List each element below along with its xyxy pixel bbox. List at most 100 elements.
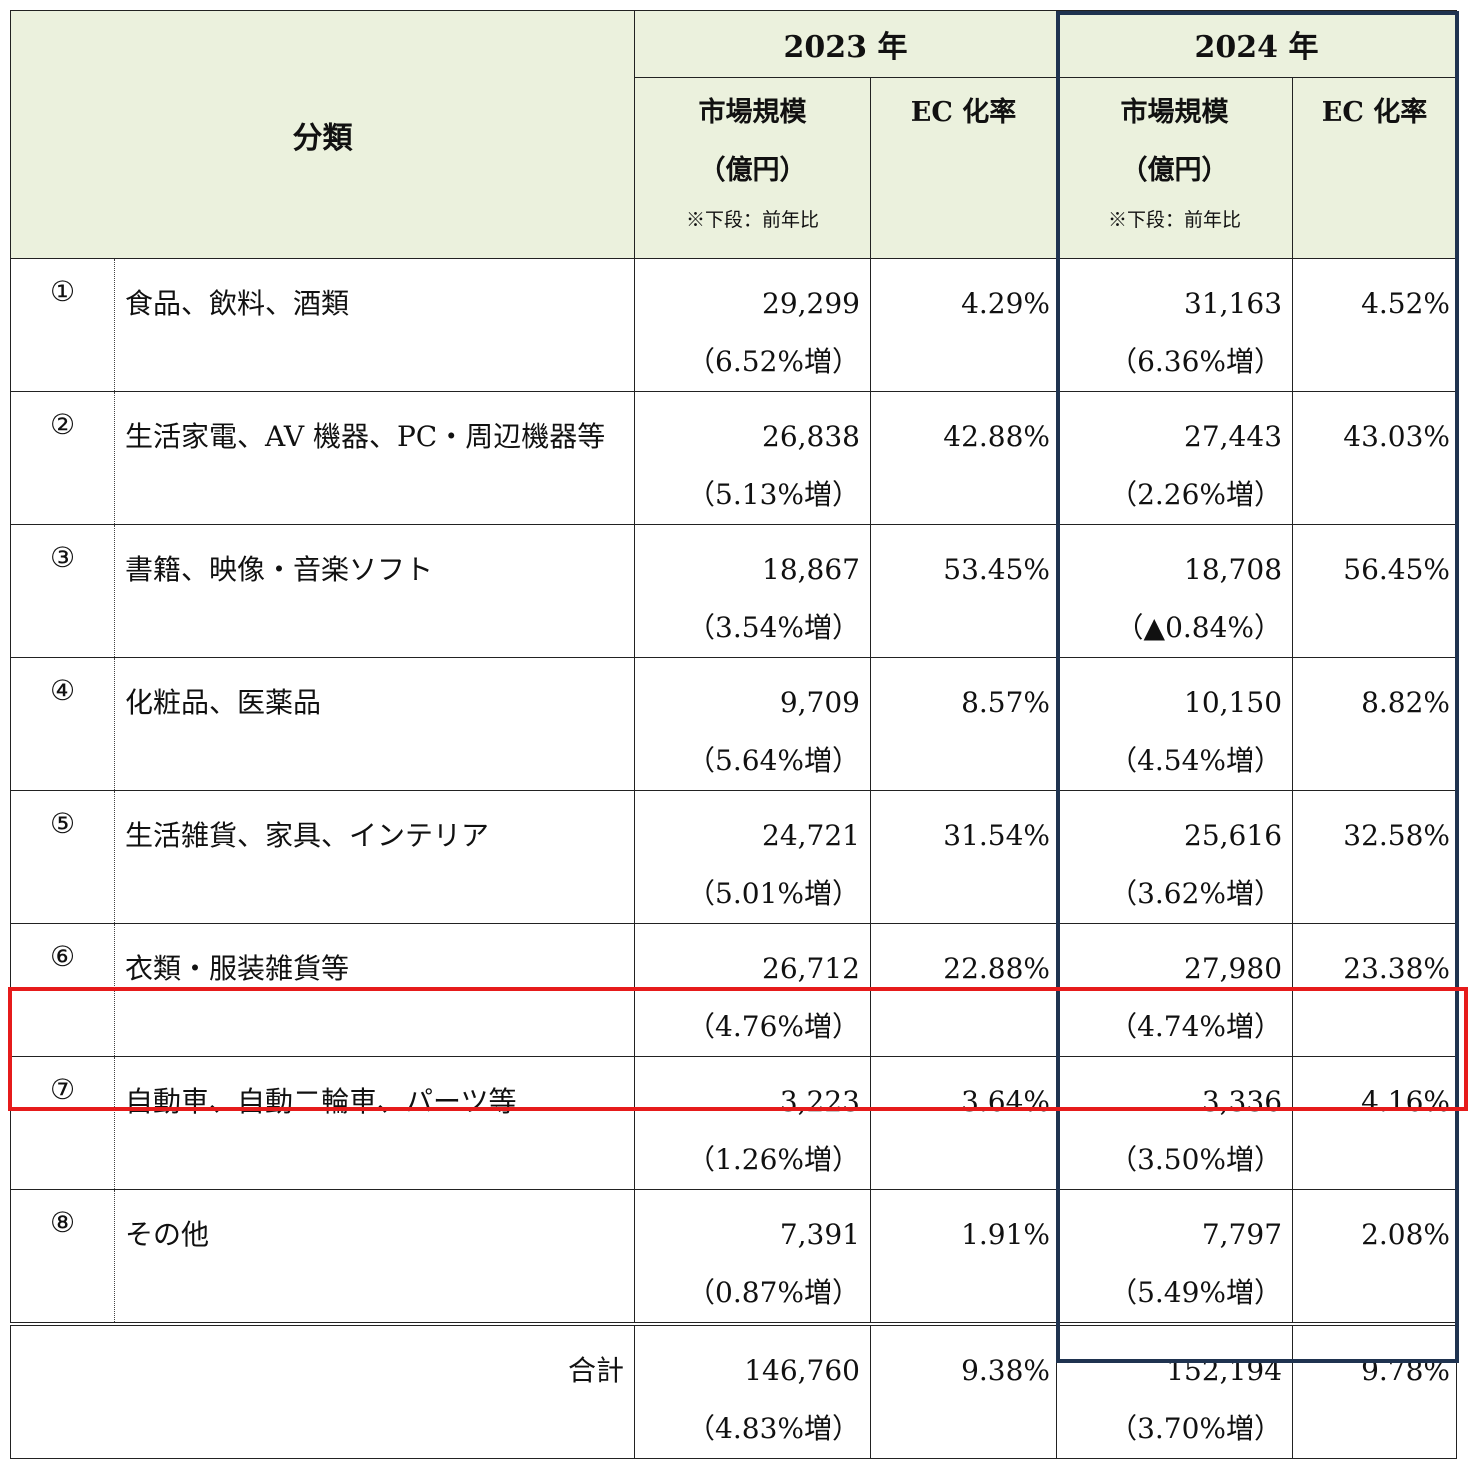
ec-rate-2023: 8.57% — [869, 657, 1058, 791]
ec-rate-label: EC 化率 — [910, 97, 1017, 128]
row-number: ⑤ — [10, 790, 115, 924]
ec-rate-2024: 56.45% — [1292, 524, 1458, 658]
category-name: 食品、飲料、酒類 — [114, 258, 635, 392]
header-ec-rate-2024: EC 化率 — [1292, 77, 1458, 259]
market-unit-label: （億円） — [1120, 155, 1229, 186]
ec-rate-2023: 3.64% — [869, 1056, 1058, 1190]
category-name: 書籍、映像・音楽ソフト — [114, 524, 635, 658]
yoy-change: （6.52%増） — [687, 345, 860, 378]
market-value: 7,797 — [1201, 1218, 1283, 1251]
yoy-change: （0.87%増） — [687, 1276, 860, 1309]
total-ec-rate-2023: 9.38% — [869, 1322, 1058, 1459]
ec-rate-2023: 1.91% — [869, 1189, 1058, 1325]
market-value: 25,616 — [1184, 819, 1283, 852]
table-row: ③ 書籍、映像・音楽ソフト 18,867 （3.54%増） 53.45% 18,708 （▲… — [10, 524, 1458, 658]
market-value: 10,150 — [1184, 686, 1283, 719]
market-value: 18,708 — [1184, 553, 1283, 586]
yoy-change: （2.26%増） — [1109, 478, 1283, 511]
row-number: ⑥ — [10, 923, 115, 1057]
table-row: ① 食品、飲料、酒類 29,299 （6.52%増） 4.29% 31,163 （6.36%… — [10, 258, 1458, 392]
market-size-2024: 3,336 （3.50%増） — [1056, 1056, 1294, 1190]
yoy-change: （5.01%増） — [687, 877, 860, 910]
row-number: ① — [10, 258, 115, 392]
market-value: 24,721 — [762, 819, 860, 852]
market-unit-label: （億円） — [698, 155, 807, 186]
row-number: ③ — [10, 524, 115, 658]
market-note: ※下段：前年比 — [1108, 209, 1242, 231]
market-value: 29,299 — [762, 287, 860, 320]
category-name: 化粧品、医薬品 — [114, 657, 635, 791]
ec-rate-2024: 23.38% — [1292, 923, 1458, 1057]
ec-rate-2024: 4.52% — [1292, 258, 1458, 392]
market-size-2024: 18,708 （▲0.84%） — [1056, 524, 1294, 658]
header-category: 分類 — [10, 10, 635, 259]
ec-rate-2024: 4.16% — [1292, 1056, 1458, 1190]
market-value: 18,867 — [762, 553, 860, 586]
market-value: 27,443 — [1184, 420, 1283, 453]
market-size-2024: 31,163 （6.36%増） — [1056, 258, 1294, 392]
market-value: 3,223 — [779, 1085, 860, 1118]
market-size-2024: 27,443 （2.26%増） — [1056, 391, 1294, 525]
row-number: ④ — [10, 657, 115, 791]
market-value: 152,194 — [1166, 1354, 1283, 1387]
market-size-2023: 29,299 （6.52%増） — [634, 258, 871, 392]
table-row: ⑤ 生活雑貨、家具、インテリア 24,721 （5.01%増） 31.54% 25,616… — [10, 790, 1458, 924]
row-number: ⑧ — [10, 1189, 115, 1325]
total-row: 合計 146,760 （4.83%増） 9.38% 152,194 （3.70%増） 9.7… — [10, 1322, 1458, 1459]
ec-rate-2023: 31.54% — [869, 790, 1058, 924]
yoy-change: （6.36%増） — [1109, 345, 1283, 378]
yoy-change: （3.54%増） — [687, 611, 860, 644]
total-market-size-2024: 152,194 （3.70%増） — [1056, 1322, 1294, 1459]
yoy-change: （4.76%増） — [687, 1010, 860, 1043]
row-number: ⑦ — [10, 1056, 115, 1190]
ec-rate-2024: 8.82% — [1292, 657, 1458, 791]
total-label: 合計 — [10, 1322, 635, 1459]
yoy-change: （3.50%増） — [1109, 1143, 1283, 1176]
market-value: 146,760 — [744, 1354, 860, 1387]
ec-market-table: 分類 2023 年 2024 年 市場規模 （億円） ※下段：前年比 EC 化率… — [10, 10, 1458, 1459]
market-size-2023: 26,838 （5.13%増） — [634, 391, 871, 525]
ec-rate-2023: 22.88% — [869, 923, 1058, 1057]
category-name: 生活雑貨、家具、インテリア — [114, 790, 635, 924]
market-value: 26,838 — [762, 420, 860, 453]
market-size-2023: 18,867 （3.54%増） — [634, 524, 871, 658]
header-year-2023: 2023 年 — [633, 10, 1058, 78]
market-size-2024: 27,980 （4.74%増） — [1056, 923, 1294, 1057]
header-market-size-2023: 市場規模 （億円） ※下段：前年比 — [634, 77, 871, 259]
table-row: ⑧ その他 7,391 （0.87%増） 1.91% 7,797 （5.49%増） 2.08% — [10, 1189, 1458, 1325]
market-size-2023: 9,709 （5.64%増） — [634, 657, 871, 791]
table-row: ⑥ 衣類・服装雑貨等 26,712 （4.76%増） 22.88% 27,980 （4.74… — [10, 923, 1458, 1057]
total-ec-rate-2024: 9.78% — [1292, 1322, 1458, 1459]
ec-rate-2023: 53.45% — [869, 524, 1058, 658]
ec-rate-2024: 32.58% — [1292, 790, 1458, 924]
market-value: 31,163 — [1184, 287, 1283, 320]
yoy-change: （5.49%増） — [1109, 1276, 1283, 1309]
market-value: 7,391 — [779, 1218, 860, 1251]
market-size-2024: 7,797 （5.49%増） — [1056, 1189, 1294, 1325]
market-size-2023: 7,391 （0.87%増） — [634, 1189, 871, 1325]
row-number: ② — [10, 391, 115, 525]
total-market-size-2023: 146,760 （4.83%増） — [634, 1322, 871, 1459]
market-value: 3,336 — [1201, 1085, 1283, 1118]
market-size-label: 市場規模 — [1120, 97, 1229, 128]
table-row: ② 生活家電、AV 機器、PC・周辺機器等 26,838 （5.13%増） 42.88%… — [10, 391, 1458, 525]
yoy-change: （5.13%増） — [687, 478, 860, 511]
header-year-2024: 2024 年 — [1056, 10, 1458, 78]
yoy-change: （4.74%増） — [1109, 1010, 1283, 1043]
category-name: 生活家電、AV 機器、PC・周辺機器等 — [114, 391, 635, 525]
market-size-2024: 10,150 （4.54%増） — [1056, 657, 1294, 791]
yoy-change: （4.54%増） — [1109, 744, 1283, 777]
market-value: 9,709 — [779, 686, 860, 719]
table-row: ⑦ 自動車、自動二輪車、パーツ等 3,223 （1.26%増） 3.64% 3,336 （3… — [10, 1056, 1458, 1190]
ec-rate-2024: 43.03% — [1292, 391, 1458, 525]
header-market-size-2024: 市場規模 （億円） ※下段：前年比 — [1056, 77, 1294, 259]
yoy-change: （▲0.84%） — [1115, 611, 1283, 644]
market-value: 27,980 — [1184, 952, 1283, 985]
market-size-label: 市場規模 — [698, 97, 807, 128]
ec-rate-label: EC 化率 — [1321, 97, 1428, 128]
market-note: ※下段：前年比 — [685, 209, 819, 231]
ec-rate-2023: 42.88% — [869, 391, 1058, 525]
category-name: 衣類・服装雑貨等 — [114, 923, 635, 1057]
yoy-change: （3.70%増） — [1109, 1412, 1283, 1445]
ec-rate-2024: 2.08% — [1292, 1189, 1458, 1325]
